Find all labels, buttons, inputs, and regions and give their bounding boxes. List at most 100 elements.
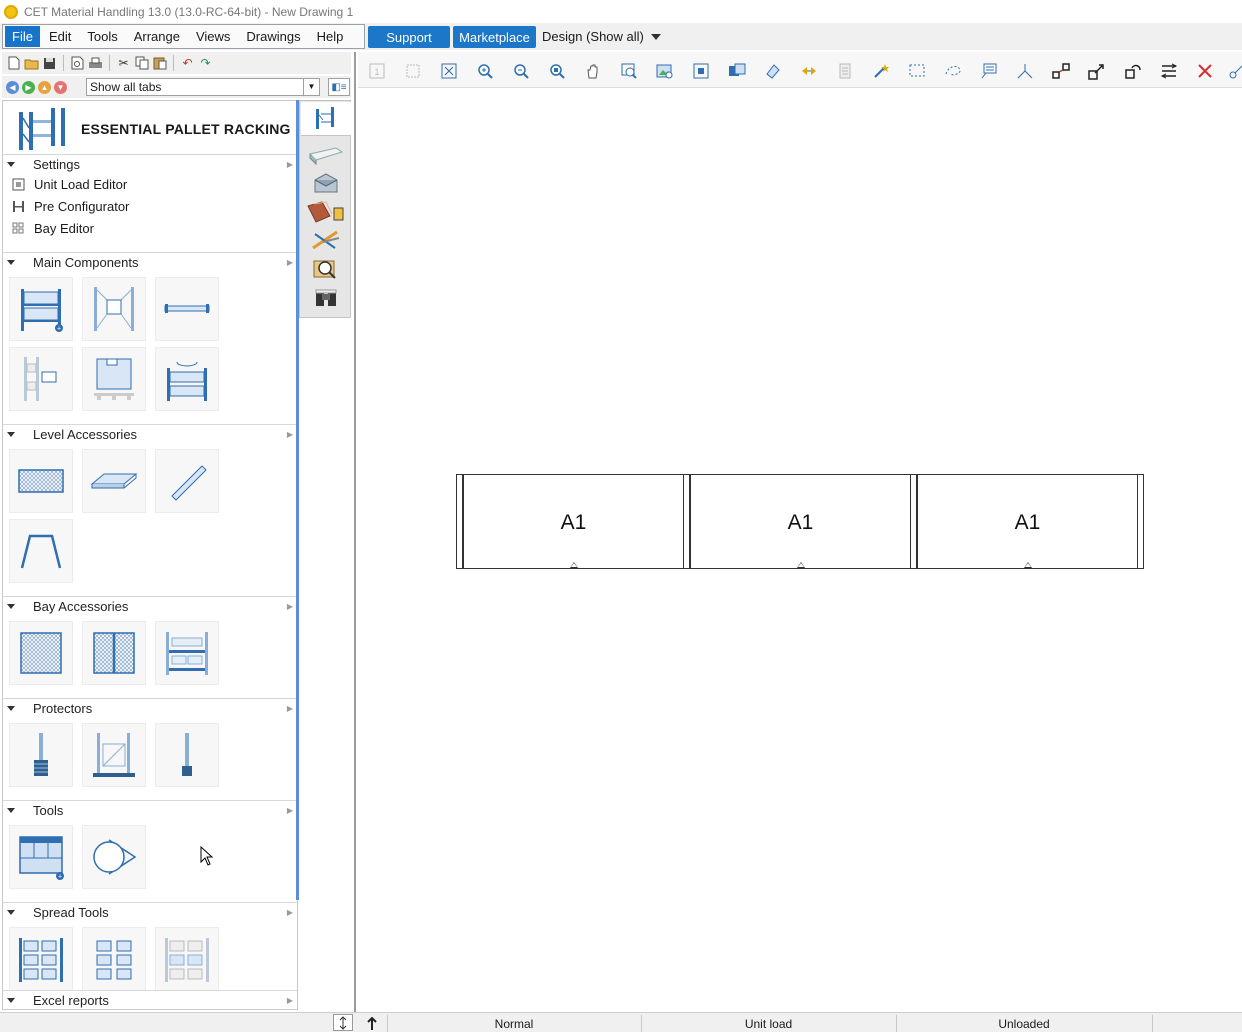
view-3d-icon[interactable] — [728, 62, 746, 80]
zoom-window-icon[interactable] — [548, 62, 566, 80]
frame-bay-add-tile[interactable]: + — [9, 277, 73, 341]
pallet-racking-category-icon[interactable] — [301, 102, 351, 136]
arrow-up-icon[interactable] — [358, 1015, 386, 1032]
pre-configurator-item[interactable]: Pre Configurator — [3, 195, 297, 217]
expand-arrow-icon[interactable]: ▶ — [287, 160, 293, 169]
resize-vertical-icon[interactable] — [333, 1014, 353, 1031]
rack-upright[interactable] — [683, 474, 690, 569]
collapse-icon[interactable] — [7, 909, 15, 915]
pallet-support-tile[interactable] — [9, 519, 73, 583]
menu-tools[interactable]: Tools — [80, 26, 124, 47]
section-header[interactable]: Main Components ▶ — [3, 252, 297, 271]
view-2d-icon[interactable] — [692, 62, 710, 80]
image-view-icon[interactable] — [656, 62, 674, 80]
upright-protector-tile[interactable] — [9, 723, 73, 787]
zoom-selection-icon[interactable] — [404, 62, 422, 80]
binoculars-category-icon[interactable] — [304, 284, 348, 312]
materials-category-icon[interactable] — [304, 198, 348, 226]
select-box-icon[interactable] — [908, 62, 926, 80]
rack-upright[interactable] — [456, 474, 463, 569]
rack-upright[interactable] — [910, 474, 917, 569]
bay-divider-tile[interactable] — [155, 621, 219, 685]
search-category-icon[interactable] — [304, 255, 348, 283]
section-header[interactable]: Level Accessories ▶ — [3, 424, 297, 443]
section-header[interactable]: Settings ▶ — [3, 154, 297, 173]
rotate-bay-180-tile[interactable] — [155, 347, 219, 411]
collapse-icon[interactable] — [7, 259, 15, 265]
cut-tool-icon[interactable] — [1228, 62, 1242, 80]
align-icon[interactable] — [1160, 62, 1178, 80]
level-bar-tile[interactable] — [155, 449, 219, 513]
measure-tools-category-icon[interactable] — [304, 226, 348, 254]
menu-arrange[interactable]: Arrange — [127, 26, 187, 47]
rack-upright[interactable] — [1137, 474, 1144, 569]
chevron-down-icon[interactable] — [651, 34, 661, 40]
redo-icon[interactable]: ↷ — [198, 56, 213, 71]
zoom-out-icon[interactable] — [512, 62, 530, 80]
collapse-icon[interactable] — [7, 705, 15, 711]
rack-bay[interactable]: A1 — [917, 474, 1138, 569]
menu-help[interactable]: Help — [310, 26, 351, 47]
open-folder-icon[interactable] — [24, 56, 39, 71]
collapse-icon[interactable] — [7, 997, 15, 1003]
building-category-icon[interactable] — [304, 169, 348, 197]
scale-icon[interactable] — [1088, 62, 1106, 80]
magic-select-icon[interactable] — [872, 62, 890, 80]
rack-bay[interactable]: A1 — [463, 474, 684, 569]
spread-rack-tile[interactable] — [9, 927, 73, 991]
connect-icon[interactable] — [1052, 62, 1070, 80]
zoom-area-icon[interactable] — [620, 62, 638, 80]
expand-arrow-icon[interactable]: ▶ — [287, 996, 293, 1005]
section-header[interactable]: Protectors ▶ — [3, 698, 297, 717]
unit-load-editor-item[interactable]: Unit Load Editor — [3, 173, 297, 195]
dimension-icon[interactable] — [1016, 62, 1034, 80]
nav-up-icon[interactable]: ▲ — [38, 80, 51, 94]
section-header[interactable]: Spread Tools ▶ — [3, 902, 297, 921]
floor-category-icon[interactable] — [304, 141, 348, 169]
zoom-extents-icon[interactable] — [440, 62, 458, 80]
pan-hand-icon[interactable] — [584, 62, 602, 80]
collapse-icon[interactable] — [7, 603, 15, 609]
expand-arrow-icon[interactable]: ▶ — [287, 430, 293, 439]
annotation-icon[interactable] — [980, 62, 998, 80]
pallet-unit-load-tile[interactable] — [82, 347, 146, 411]
tab-layout-icon[interactable]: ◧≡ — [328, 78, 350, 96]
frame-tunnel-tile[interactable] — [82, 277, 146, 341]
beam-tile[interactable] — [155, 277, 219, 341]
spread-pallet-tile[interactable] — [82, 927, 146, 991]
expand-arrow-icon[interactable]: ▶ — [287, 704, 293, 713]
rotate-icon[interactable] — [1124, 62, 1142, 80]
zoom-1-to-1-icon[interactable]: 1 — [368, 62, 386, 80]
paint-icon[interactable] — [764, 62, 782, 80]
print-icon[interactable] — [88, 56, 103, 71]
zoom-in-icon[interactable] — [476, 62, 494, 80]
collapse-icon[interactable] — [7, 431, 15, 437]
spread-shaded-tile[interactable] — [155, 927, 219, 991]
nav-down-icon[interactable]: ▼ — [54, 80, 67, 94]
design-selector[interactable]: Design (Show all) — [542, 29, 644, 44]
post-protector-tile[interactable] — [155, 723, 219, 787]
layout-grid-add-tile[interactable]: + — [9, 825, 73, 889]
menu-edit[interactable]: Edit — [42, 26, 78, 47]
paste-icon[interactable] — [152, 56, 167, 71]
collapse-icon[interactable] — [7, 807, 15, 813]
panel-deck-tile[interactable] — [82, 449, 146, 513]
new-file-icon[interactable] — [6, 56, 21, 71]
expand-arrow-icon[interactable]: ▶ — [287, 602, 293, 611]
expand-arrow-icon[interactable]: ▶ — [287, 806, 293, 815]
nav-forward-icon[interactable]: ▶ — [22, 80, 35, 94]
expand-arrow-icon[interactable]: ▶ — [287, 908, 293, 917]
section-header[interactable]: Tools ▶ — [3, 800, 297, 819]
print-preview-icon[interactable] — [70, 56, 85, 71]
measure-arrows-icon[interactable] — [800, 62, 818, 80]
menu-file[interactable]: File — [5, 26, 40, 47]
select-lasso-icon[interactable] — [944, 62, 962, 80]
menu-drawings[interactable]: Drawings — [239, 26, 307, 47]
save-icon[interactable] — [42, 56, 57, 71]
mesh-back-double-tile[interactable] — [82, 621, 146, 685]
delete-icon[interactable] — [1196, 62, 1214, 80]
support-button[interactable]: Support — [368, 26, 450, 48]
rack-bay[interactable]: A1 — [690, 474, 911, 569]
tabs-filter-select[interactable]: Show all tabs ▼ — [86, 78, 320, 96]
chevron-down-icon[interactable]: ▼ — [303, 79, 319, 95]
